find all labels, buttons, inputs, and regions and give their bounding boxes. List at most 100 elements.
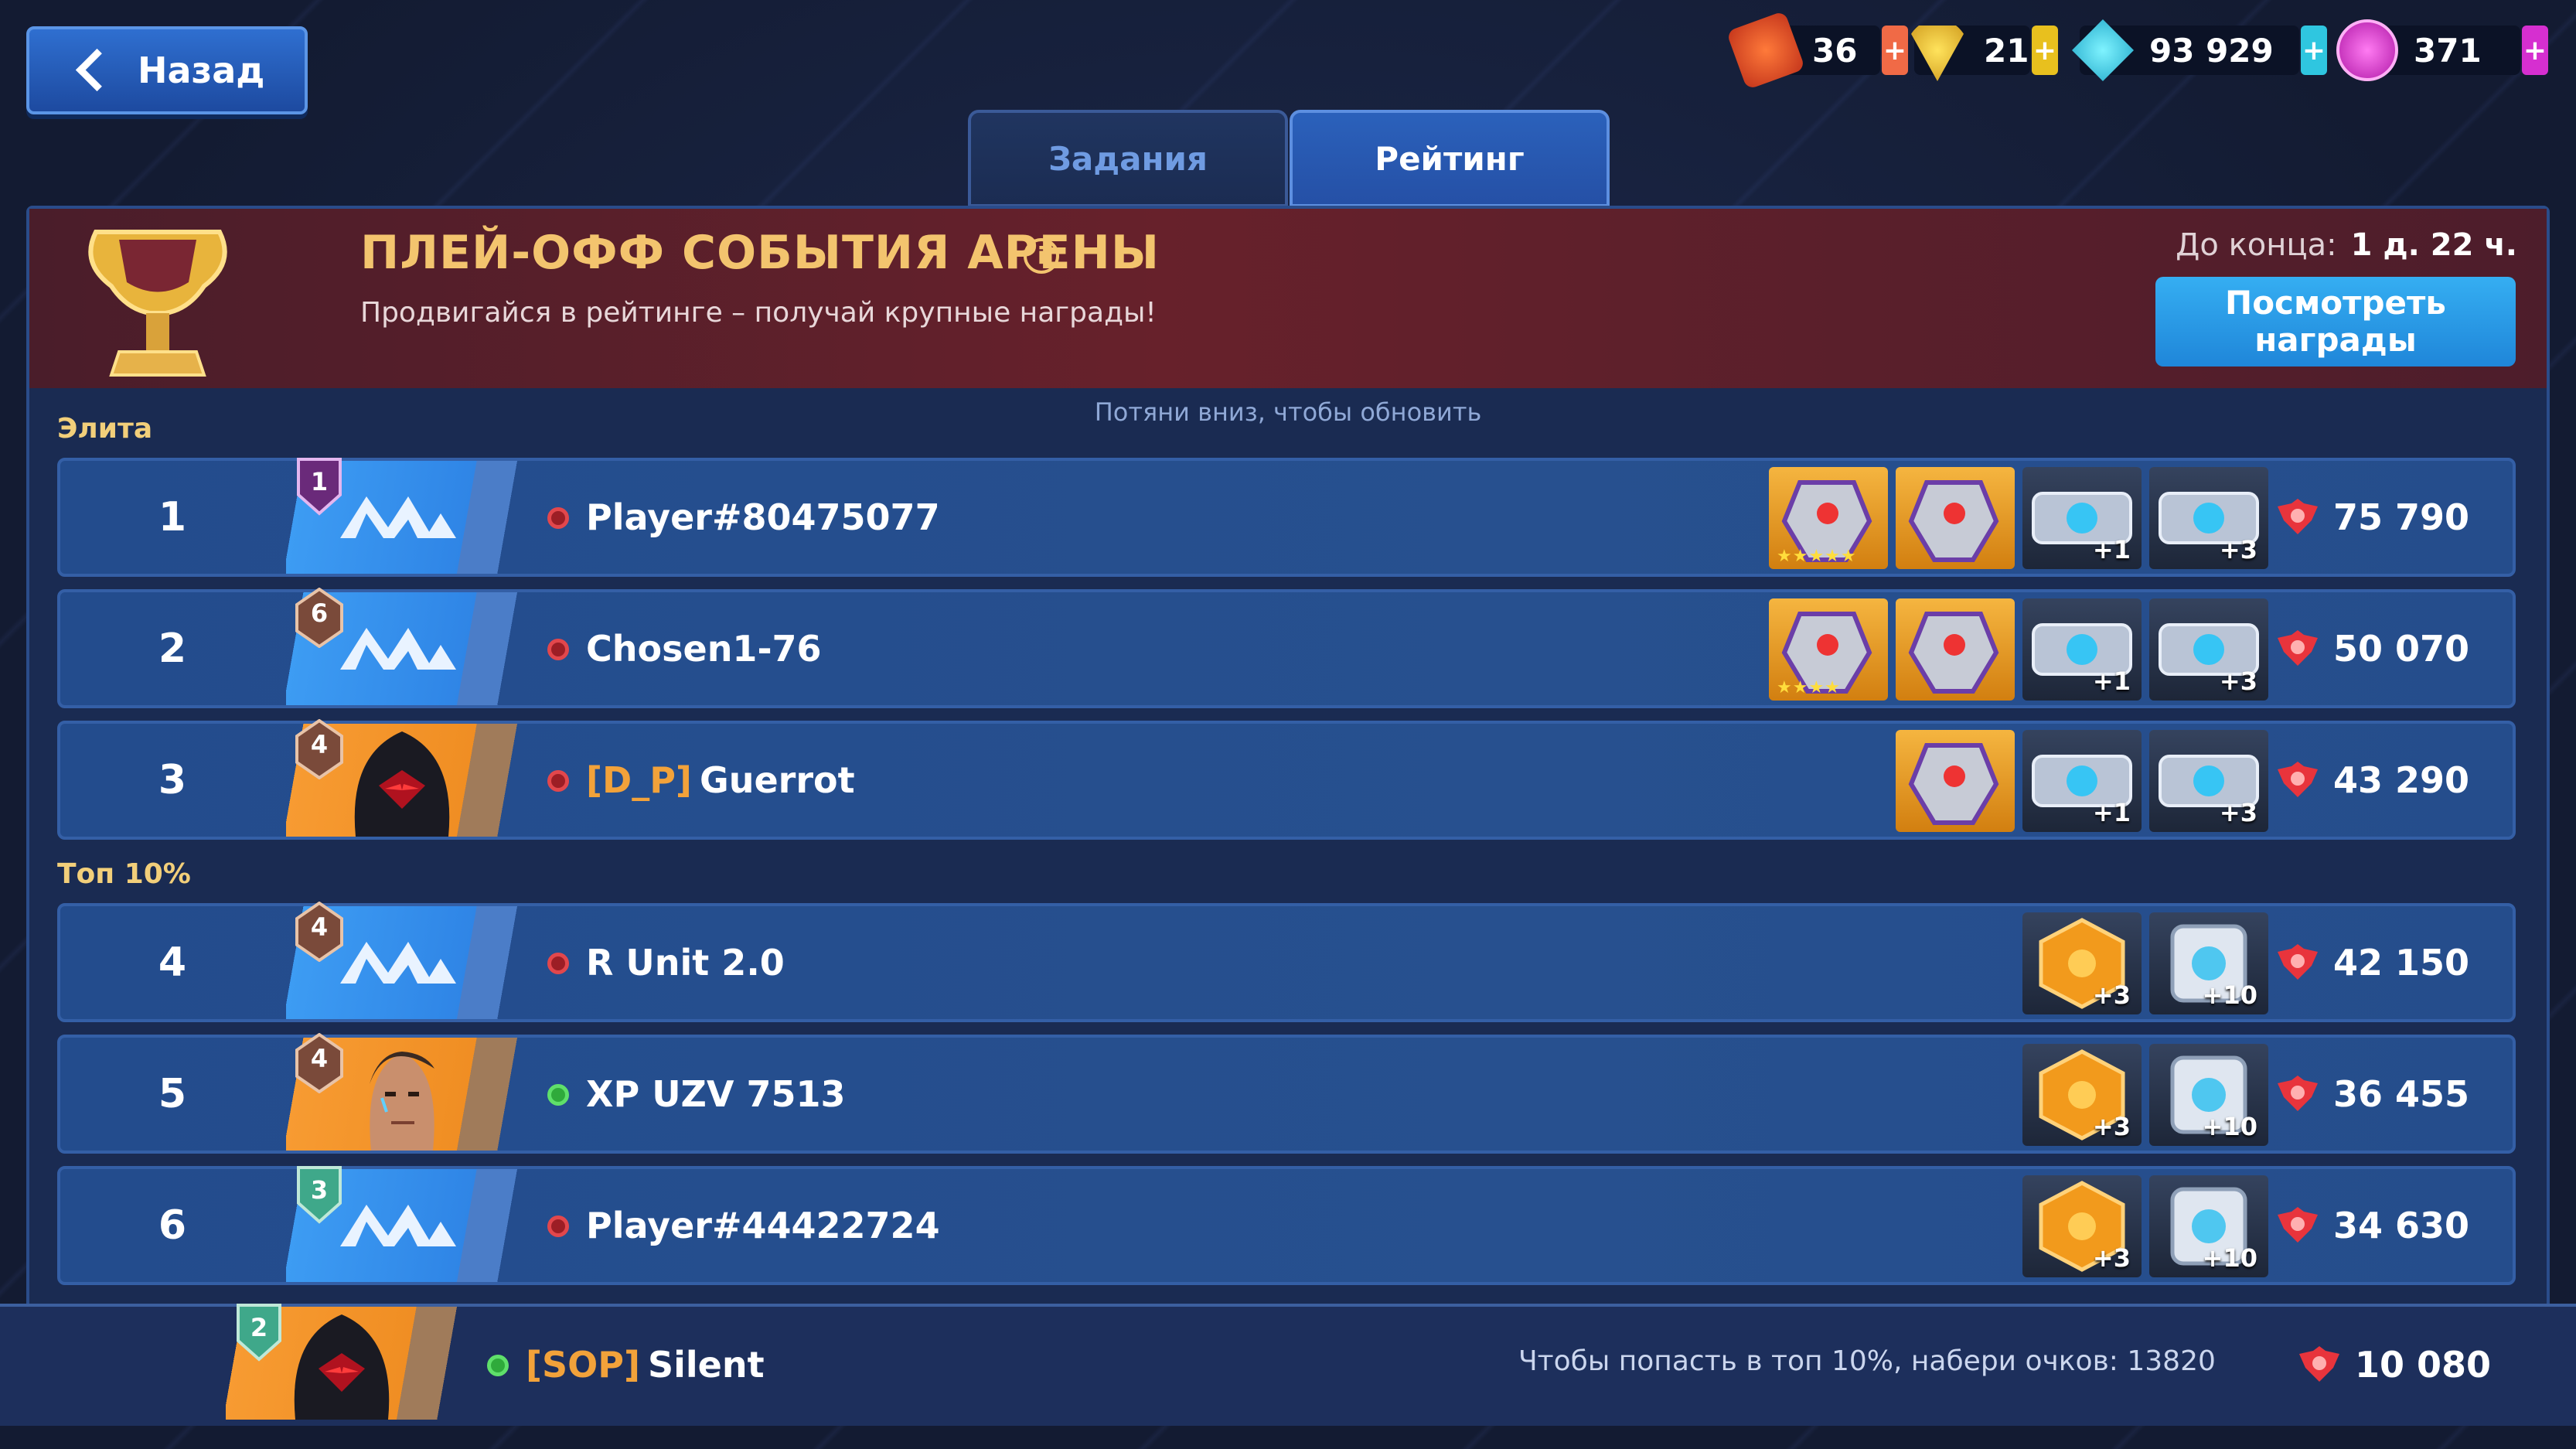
add-credits-button[interactable]: + xyxy=(2301,26,2327,75)
reward-count: +1 xyxy=(2092,798,2131,827)
table-row[interactable]: 5 4 XP UZV 7513 +3 +10 36 455 xyxy=(57,1032,2516,1154)
reward-stars: ★★★★★ xyxy=(1777,547,1857,566)
reward-item[interactable]: +1 xyxy=(2022,467,2142,569)
level-value: 4 xyxy=(310,912,329,942)
reward-item[interactable]: ★★★★ xyxy=(1769,598,1888,701)
table-row[interactable]: 1 1 Player#80475077 ★★★★★ +1 +3 75 790 xyxy=(57,458,2516,577)
rank: 3 xyxy=(158,757,187,803)
online-status-dot xyxy=(547,639,569,660)
rewards-list: +3 +10 xyxy=(2022,1044,2268,1146)
add-honor-button[interactable]: + xyxy=(2032,26,2058,75)
currency-value: 21 xyxy=(1984,31,2029,70)
reward-item[interactable]: +3 xyxy=(2022,1175,2142,1277)
arena-points-icon xyxy=(2277,944,2318,980)
score: 42 150 xyxy=(2276,906,2469,1019)
reward-item[interactable]: +3 xyxy=(2149,598,2268,701)
score: 43 290 xyxy=(2276,724,2469,837)
reward-item[interactable] xyxy=(1896,598,2015,701)
info-icon[interactable]: i xyxy=(1024,238,1059,274)
reward-item[interactable]: +1 xyxy=(2022,598,2142,701)
score: 34 630 xyxy=(2276,1169,2469,1282)
add-premium-button[interactable]: + xyxy=(2522,26,2548,75)
rewards-list: +3 +10 xyxy=(2022,1175,2268,1277)
game-logo-icon xyxy=(340,628,456,670)
reward-item[interactable]: +10 xyxy=(2149,1175,2268,1277)
player-name-group: [D_P] Guerrot xyxy=(586,724,855,837)
hooded-avatar-icon xyxy=(294,1314,390,1420)
honor-icon xyxy=(1906,26,1968,81)
reward-count: +3 xyxy=(2219,798,2257,827)
arena-points-icon xyxy=(2298,1346,2339,1382)
score-value: 42 150 xyxy=(2332,942,2469,984)
player-avatar: 3 xyxy=(286,1166,555,1282)
deadline-label: До конца: xyxy=(2176,227,2337,263)
reward-item[interactable]: +1 xyxy=(2022,730,2142,832)
reward-item[interactable] xyxy=(1896,467,2015,569)
reward-count: +3 xyxy=(2092,1112,2131,1141)
level-badge: 4 xyxy=(294,1032,345,1094)
reward-count: +10 xyxy=(2202,1112,2257,1141)
table-row[interactable]: 3 4 [D_P] Guerrot +1 +3 43 290 xyxy=(57,718,2516,840)
premium-icon xyxy=(2336,19,2398,81)
table-row[interactable]: 4 4 R Unit 2.0 +3 +10 42 150 xyxy=(57,901,2516,1022)
player-name-group: Player#44422724 xyxy=(586,1169,940,1282)
add-tickets-button[interactable]: + xyxy=(1882,26,1908,75)
player-name: Silent xyxy=(648,1344,765,1386)
top10-hint: Чтобы попасть в топ 10%, набери очков: 1… xyxy=(1518,1345,2216,1377)
game-logo-icon xyxy=(340,942,456,984)
my-position-bar[interactable]: 2 [SOP] Silent Чтобы попасть в топ 10%, н… xyxy=(0,1304,2576,1426)
level-badge: 4 xyxy=(294,718,345,780)
score-value: 10 080 xyxy=(2354,1344,2491,1386)
robot-reward-icon xyxy=(1908,612,1999,694)
my-avatar: 2 xyxy=(226,1304,495,1420)
score-value: 75 790 xyxy=(2332,496,2469,538)
table-row[interactable]: 6 3 Player#44422724 +3 +10 34 630 xyxy=(57,1166,2516,1285)
view-rewards-line2: награды xyxy=(2254,321,2417,359)
table-row[interactable]: 2 6 Chosen1-76 ★★★★ +1 +3 50 070 xyxy=(57,587,2516,708)
reward-item[interactable]: +3 xyxy=(2149,467,2268,569)
player-avatar: 4 xyxy=(286,901,555,1019)
level-value: 2 xyxy=(250,1313,268,1342)
robot-reward-icon xyxy=(1908,480,1999,562)
reward-count: +10 xyxy=(2202,1243,2257,1273)
reward-item[interactable]: +3 xyxy=(2022,1044,2142,1146)
view-rewards-line1: Посмотреть xyxy=(2225,284,2446,322)
player-name-group: R Unit 2.0 xyxy=(586,906,785,1019)
reward-item[interactable]: +3 xyxy=(2149,730,2268,832)
back-button[interactable]: Назад xyxy=(26,26,308,114)
player-avatar: 4 xyxy=(286,1032,555,1151)
currency-value: 36 xyxy=(1812,31,1858,70)
clan-tag: [SOP] xyxy=(526,1344,640,1386)
online-status-dot xyxy=(547,1215,569,1237)
arena-points-icon xyxy=(2277,499,2318,534)
arena-points-icon xyxy=(2277,762,2318,797)
tab-rating[interactable]: Рейтинг xyxy=(1290,110,1610,207)
reward-item[interactable]: ★★★★★ xyxy=(1769,467,1888,569)
level-badge: 6 xyxy=(294,587,345,649)
level-badge: 1 xyxy=(294,456,345,517)
robot-reward-icon xyxy=(1908,743,1999,825)
rank: 2 xyxy=(158,626,187,672)
online-status-dot xyxy=(547,507,569,529)
hooded-avatar-icon xyxy=(354,731,450,837)
arena-points-icon xyxy=(2277,630,2318,666)
back-label: Назад xyxy=(138,49,265,91)
online-status-dot xyxy=(487,1355,509,1376)
reward-stars: ★★★★ xyxy=(1777,678,1841,697)
game-logo-icon xyxy=(340,496,456,538)
level-value: 4 xyxy=(310,1044,329,1073)
reward-item[interactable]: +10 xyxy=(2149,1044,2268,1146)
view-rewards-button[interactable]: Посмотреть награды xyxy=(2155,277,2516,367)
currency-honor: 21 + xyxy=(1906,23,2058,81)
player-name: XP UZV 7513 xyxy=(586,1073,846,1115)
rewards-list: ★★★★★ +1 +3 xyxy=(1769,467,2268,569)
tab-tasks[interactable]: Задания xyxy=(968,110,1288,207)
reward-item[interactable] xyxy=(1896,730,2015,832)
chevron-left-icon xyxy=(71,47,118,94)
reward-item[interactable]: +3 xyxy=(2022,912,2142,1014)
trophy-icon xyxy=(88,230,227,377)
player-avatar: 6 xyxy=(286,587,555,705)
reward-item[interactable]: +10 xyxy=(2149,912,2268,1014)
rank: 5 xyxy=(158,1071,187,1117)
score-value: 34 630 xyxy=(2332,1205,2469,1246)
